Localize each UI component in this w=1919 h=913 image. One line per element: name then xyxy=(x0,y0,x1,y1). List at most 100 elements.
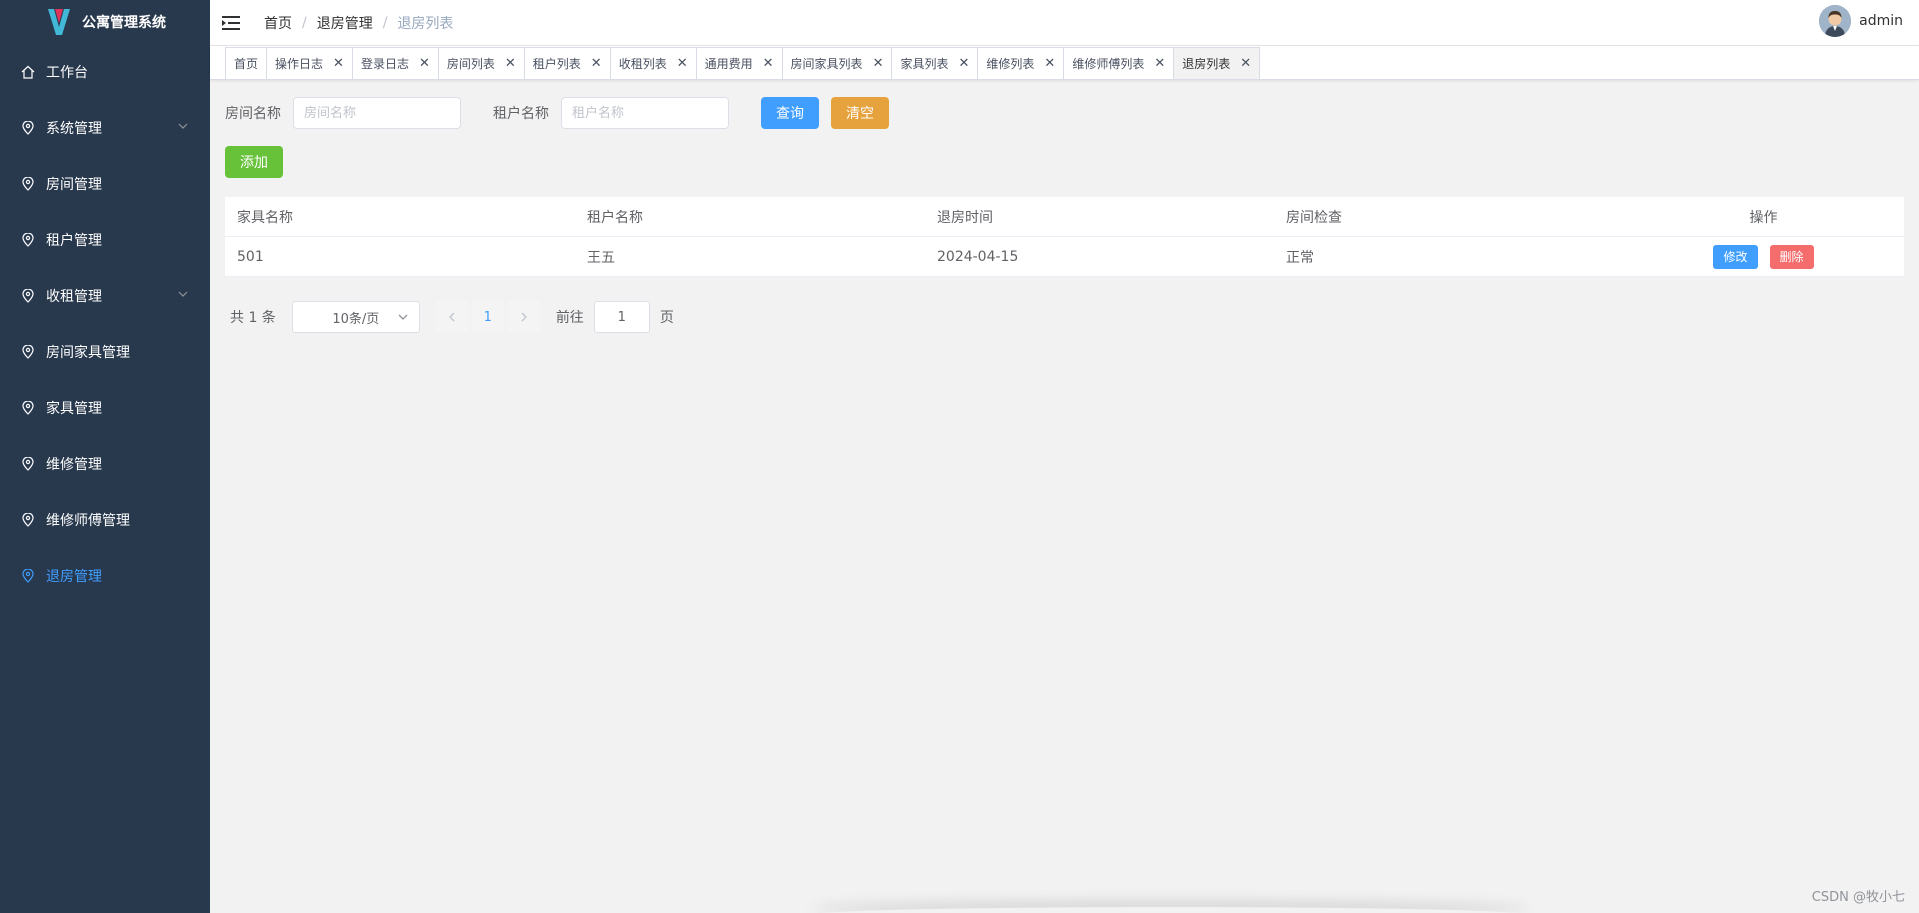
close-icon[interactable]: ✕ xyxy=(1154,56,1165,71)
close-icon[interactable]: ✕ xyxy=(505,56,516,71)
close-icon[interactable]: ✕ xyxy=(419,56,430,71)
username[interactable]: admin xyxy=(1859,13,1903,29)
page-size-value: 10条/页 xyxy=(332,311,380,327)
tenant-name-input[interactable] xyxy=(561,97,729,129)
page-jumper: 前往 页 xyxy=(556,301,674,333)
sidebar-item-dashboard[interactable]: 工作台 xyxy=(0,44,210,100)
watermark: CSDN @牧小七 xyxy=(1811,890,1905,905)
location-icon xyxy=(20,232,36,248)
tab-label: 家具列表 xyxy=(900,57,949,71)
sidebar-item-repairman[interactable]: 维修师傅管理 xyxy=(0,492,210,548)
room-name-label: 房间名称 xyxy=(225,106,281,122)
tab-label: 维修列表 xyxy=(986,57,1035,71)
tab-room-furniture-list[interactable]: 房间家具列表 ✕ xyxy=(781,47,893,79)
sidebar-item-label: 维修管理 xyxy=(46,457,102,473)
tab-home[interactable]: 首页 xyxy=(225,47,268,79)
tab-label: 登录日志 xyxy=(360,57,409,71)
sidebar-item-repair[interactable]: 维修管理 xyxy=(0,436,210,492)
sidebar-item-label: 租户管理 xyxy=(46,233,102,249)
chevron-down-icon xyxy=(178,291,188,297)
user-menu[interactable]: admin xyxy=(1819,5,1903,37)
close-icon[interactable]: ✕ xyxy=(591,56,602,71)
search-form: 房间名称 租户名称 查询 清空 xyxy=(225,97,889,129)
app-logo[interactable]: 公寓管理系统 xyxy=(0,0,210,44)
tab-label: 首页 xyxy=(234,57,259,71)
chevron-right-icon xyxy=(521,312,527,322)
cell-actions: 修改 删除 xyxy=(1623,244,1904,269)
query-button[interactable]: 查询 xyxy=(761,97,819,129)
cell-room-check: 正常 xyxy=(1286,249,1314,266)
goto-page-input[interactable] xyxy=(593,301,650,333)
main-content: 房间名称 租户名称 查询 清空 添加 家具名称 租户名称 退房时间 房间检查 操… xyxy=(210,81,1919,913)
close-icon[interactable]: ✕ xyxy=(677,56,688,71)
location-icon xyxy=(20,512,36,528)
prev-page-button[interactable] xyxy=(435,301,468,333)
avatar[interactable] xyxy=(1819,5,1852,37)
page-size-select[interactable]: 10条/页 xyxy=(291,301,420,333)
menu-toggle-icon[interactable] xyxy=(222,15,240,30)
sidebar-item-checkout[interactable]: 退房管理 xyxy=(0,548,210,604)
tab-label: 房间列表 xyxy=(446,57,495,71)
sidebar-item-rooms[interactable]: 房间管理 xyxy=(0,156,210,212)
location-icon xyxy=(20,456,36,472)
sidebar-item-system[interactable]: 系统管理 xyxy=(0,100,210,156)
tab-label: 操作日志 xyxy=(275,57,324,71)
toolbar: 添加 xyxy=(225,146,283,178)
edit-button[interactable]: 修改 xyxy=(1713,244,1758,269)
location-icon xyxy=(20,400,36,416)
column-header: 租户名称 xyxy=(587,209,643,226)
close-icon[interactable]: ✕ xyxy=(958,56,969,71)
tab-operation-log[interactable]: 操作日志 ✕ xyxy=(266,47,353,79)
clear-button[interactable]: 清空 xyxy=(831,97,889,129)
tab-repair-list[interactable]: 维修列表 ✕ xyxy=(977,47,1065,79)
sidebar-item-room-furniture[interactable]: 房间家具管理 xyxy=(0,324,210,380)
cell-tenant-name: 王五 xyxy=(587,249,615,266)
tab-common-fees[interactable]: 通用费用 ✕ xyxy=(695,47,783,79)
add-button[interactable]: 添加 xyxy=(225,146,283,178)
close-icon[interactable]: ✕ xyxy=(1044,56,1055,71)
tab-repairman-list[interactable]: 维修师傅列表 ✕ xyxy=(1063,47,1175,79)
location-icon xyxy=(20,344,36,360)
breadcrumb-home[interactable]: 首页 xyxy=(264,13,292,33)
sidebar-item-tenants[interactable]: 租户管理 xyxy=(0,212,210,268)
delete-button[interactable]: 删除 xyxy=(1769,244,1814,269)
tab-label: 房间家具列表 xyxy=(790,57,863,71)
tab-login-log[interactable]: 登录日志 ✕ xyxy=(351,47,439,79)
sidebar-item-label: 维修师傅管理 xyxy=(46,513,130,529)
sidebar-item-label: 房间管理 xyxy=(46,177,102,193)
breadcrumb-section[interactable]: 退房管理 xyxy=(317,13,373,33)
cell-furniture-name: 501 xyxy=(237,248,264,265)
close-icon[interactable]: ✕ xyxy=(333,56,344,71)
breadcrumb-current: 退房列表 xyxy=(397,15,454,32)
column-header: 房间检查 xyxy=(1286,209,1342,226)
close-icon[interactable]: ✕ xyxy=(873,56,884,71)
room-name-input[interactable] xyxy=(293,97,461,129)
page-suffix: 页 xyxy=(659,310,674,326)
tenant-name-label: 租户名称 xyxy=(493,106,549,122)
table-header: 家具名称 租户名称 退房时间 房间检查 操作 xyxy=(225,197,1904,237)
close-icon[interactable]: ✕ xyxy=(763,56,774,71)
bottom-shadow xyxy=(810,907,1530,913)
tab-room-list[interactable]: 房间列表 ✕ xyxy=(437,47,525,79)
chevron-down-icon xyxy=(178,123,188,129)
sidebar-item-furniture[interactable]: 家具管理 xyxy=(0,380,210,436)
logo-icon xyxy=(48,9,70,35)
tab-furniture-list[interactable]: 家具列表 ✕ xyxy=(891,47,979,79)
checkout-table: 家具名称 租户名称 退房时间 房间检查 操作 501 王五 2024-04-15… xyxy=(225,197,1904,277)
next-page-button[interactable] xyxy=(507,301,540,333)
tab-rent-list[interactable]: 收租列表 ✕ xyxy=(609,47,697,79)
column-header: 退房时间 xyxy=(937,209,993,226)
breadcrumb-separator: / xyxy=(302,14,307,31)
pagination-total: 共 1 条 xyxy=(230,310,276,326)
sidebar-item-rent[interactable]: 收租管理 xyxy=(0,268,210,324)
tab-label: 通用费用 xyxy=(704,57,753,71)
tab-tenant-list[interactable]: 租户列表 ✕ xyxy=(523,47,611,79)
sidebar-item-label: 家具管理 xyxy=(46,401,102,417)
close-icon[interactable]: ✕ xyxy=(1240,56,1251,71)
cell-checkout-time: 2024-04-15 xyxy=(937,248,1019,265)
tab-checkout-list[interactable]: 退房列表 ✕ xyxy=(1173,47,1261,79)
tab-label: 退房列表 xyxy=(1182,57,1231,71)
page-number-button[interactable]: 1 xyxy=(471,301,504,333)
column-header: 家具名称 xyxy=(237,209,293,226)
current-page-number: 1 xyxy=(483,309,492,325)
